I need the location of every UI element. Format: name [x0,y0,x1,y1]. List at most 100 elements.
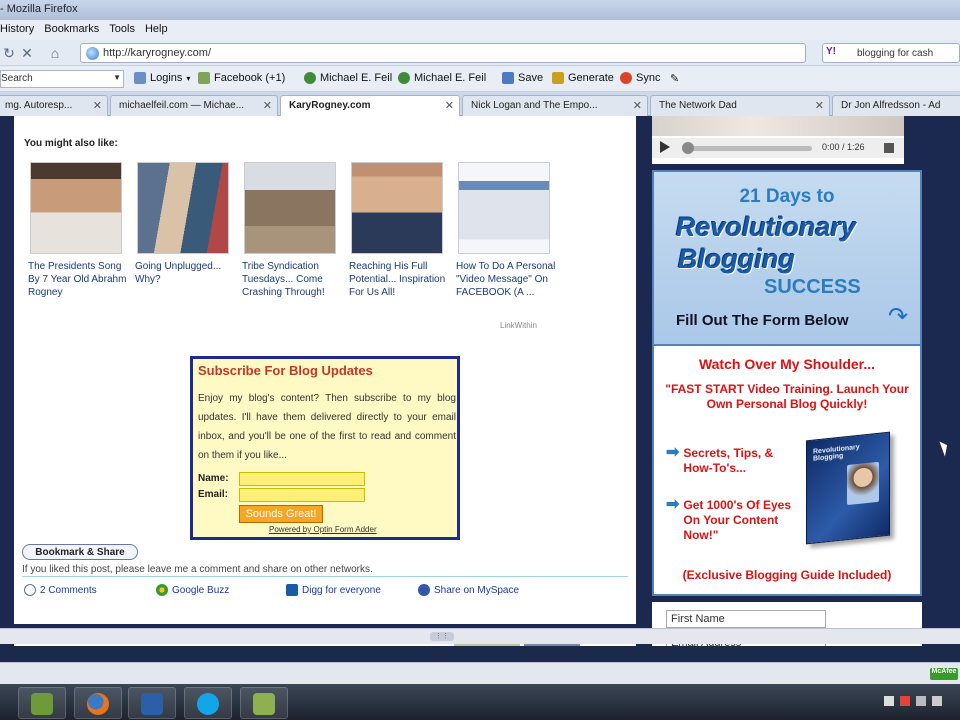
volume-icon[interactable] [884,143,894,153]
taskbar-word[interactable] [128,687,176,719]
related-caption[interactable]: Reaching His Full Potential... Inspirati… [349,260,449,299]
bookmark-sync[interactable]: Sync [620,72,660,84]
person-icon [304,72,316,84]
bookmark-michael-feil-2[interactable]: Michael E. Feil [398,72,486,84]
related-posts-title: You might also like: [24,138,118,149]
tray-arrow-icon[interactable] [884,696,894,706]
tab-label: michaelfeil.com — Michae... [119,100,245,111]
video-progress-knob[interactable] [682,142,694,154]
related-caption[interactable]: How To Do A Personal "Video Message" On … [456,260,556,299]
tab-autoresponder[interactable]: mg. Autoresp... ✕ [0,95,108,116]
email-field[interactable] [239,488,365,502]
site-identity-icon[interactable] [86,47,99,60]
bookmark-facebook[interactable]: Facebook (+1) [198,72,285,84]
curved-arrow-icon: ↷ [888,303,909,330]
menu-history[interactable]: History [0,23,34,40]
logins-icon [134,72,146,84]
ad-watch: Watch Over My Shoulder... [698,356,876,372]
ebook-cover-image: Revolutionary Blogging [806,431,890,545]
ad-header: 21 Days to Revolutionary Blogging SUCCES… [654,172,920,346]
tab-label: The Network Dad [659,100,737,111]
url-text[interactable]: http://karyrogney.com/ [103,47,211,59]
close-tab-icon[interactable]: ✕ [445,99,454,112]
sidebar-video-player[interactable]: 0:00 / 1:26 [652,116,904,164]
person-icon [398,72,410,84]
taskbar-app-1[interactable] [18,687,66,719]
horizontal-scrollbar[interactable]: ⋮⋮ [0,628,960,644]
tab-label: KaryRogney.com [289,100,371,111]
tray-security-icon[interactable] [900,696,910,706]
bookmark-michael-feil-1[interactable]: Michael E. Feil [304,72,392,84]
reload-icon[interactable]: ↻ [0,44,18,62]
related-thumb-tribe-syndication[interactable] [244,162,336,254]
digg-link[interactable]: Digg for everyone [286,584,381,596]
tab-michaelfeil[interactable]: michaelfeil.com — Michae... ✕ [110,95,278,116]
generate-icon [552,72,564,84]
related-thumb-going-unplugged[interactable] [137,162,229,254]
google-buzz-link[interactable]: Google Buzz [156,584,229,596]
taskbar-skype[interactable] [184,687,232,719]
tray-volume-icon[interactable] [932,696,942,706]
toolbar-search-field[interactable]: Search ▼ [0,70,124,88]
video-progress-track[interactable] [686,146,812,151]
scrollbar-thumb[interactable]: ⋮⋮ [430,632,454,641]
play-icon[interactable] [660,141,670,153]
tray-network-icon[interactable] [916,696,926,706]
email-label: Email: [198,489,229,500]
url-bar[interactable]: http://karyrogney.com/ ★ [80,43,876,63]
bookmark-save[interactable]: Save [502,72,543,84]
close-tab-icon[interactable]: ✕ [93,99,102,112]
related-caption[interactable]: The Presidents Song By 7 Year Old Abrahm… [28,260,128,299]
home-icon[interactable]: ⌂ [46,44,64,62]
search-query[interactable]: blogging for cash [857,48,933,59]
bookmark-share-button[interactable]: Bookmark & Share [22,544,138,560]
dropdown-arrow-icon[interactable]: ▼ [113,73,121,82]
bookmark-label: Generate [568,72,614,84]
close-tab-icon[interactable]: ✕ [263,99,272,112]
name-field[interactable] [239,472,365,486]
menu-bookmarks[interactable]: Bookmarks [44,23,99,40]
divider [22,576,628,577]
taskbar-firefox[interactable] [74,687,122,719]
related-thumb-video-message[interactable] [458,162,550,254]
powered-by-link[interactable]: Powered by Optin Form Adder [269,525,377,534]
myspace-icon [418,584,430,596]
subscribe-title: Subscribe For Blog Updates [198,363,373,378]
blogging-course-ad[interactable]: 21 Days to Revolutionary Blogging SUCCES… [652,170,922,596]
related-thumb-reaching-potential[interactable] [351,162,443,254]
menu-help[interactable]: Help [145,23,168,40]
related-caption[interactable]: Going Unplugged... Why? [135,260,235,286]
skype-icon [197,693,219,715]
window-titlebar: - Mozilla Firefox [0,0,960,20]
stop-icon[interactable]: ✕ [18,44,36,62]
toolbar-search-label: Search [1,73,33,84]
taskbar-app-5[interactable] [240,687,288,719]
security-badge[interactable]: McAfee [930,668,958,680]
save-icon [502,72,514,84]
digg-icon [286,584,298,596]
linkwithin-credit[interactable]: LinkWithin [500,321,537,330]
subscribe-button[interactable]: Sounds Great! [239,505,323,523]
ad-days: 21 Days to [739,186,835,207]
close-tab-icon[interactable]: ✕ [633,99,642,112]
yahoo-engine-icon[interactable]: Y! [826,46,836,57]
tab-nick-logan[interactable]: Nick Logan and The Empo... ✕ [462,95,648,116]
myspace-label: Share on MySpace [434,584,520,596]
myspace-link[interactable]: Share on MySpace [418,584,519,596]
comments-link[interactable]: 2 Comments [24,584,97,596]
tab-jon-alfredsson[interactable]: Dr Jon Alfredsson - Ad [832,95,960,116]
pen-icon[interactable]: ✎ [670,72,679,85]
search-box[interactable]: Y! blogging for cash [822,43,960,63]
close-tab-icon[interactable]: ✕ [815,99,824,112]
mouse-cursor-icon [939,439,951,457]
menu-tools[interactable]: Tools [109,23,135,40]
tab-network-dad[interactable]: The Network Dad ✕ [650,95,830,116]
bookmark-generate[interactable]: Generate [552,72,614,84]
ad-headline-2: Blogging [678,244,795,274]
related-caption[interactable]: Tribe Syndication Tuesdays... Come Crash… [242,260,342,299]
video-frame[interactable] [652,116,904,136]
first-name-field[interactable]: First Name [666,610,826,628]
related-thumb-presidents-song[interactable] [30,162,122,254]
tab-karyrogney[interactable]: KaryRogney.com ✕ [280,95,460,116]
bookmark-logins[interactable]: Logins ▾ [134,72,190,84]
